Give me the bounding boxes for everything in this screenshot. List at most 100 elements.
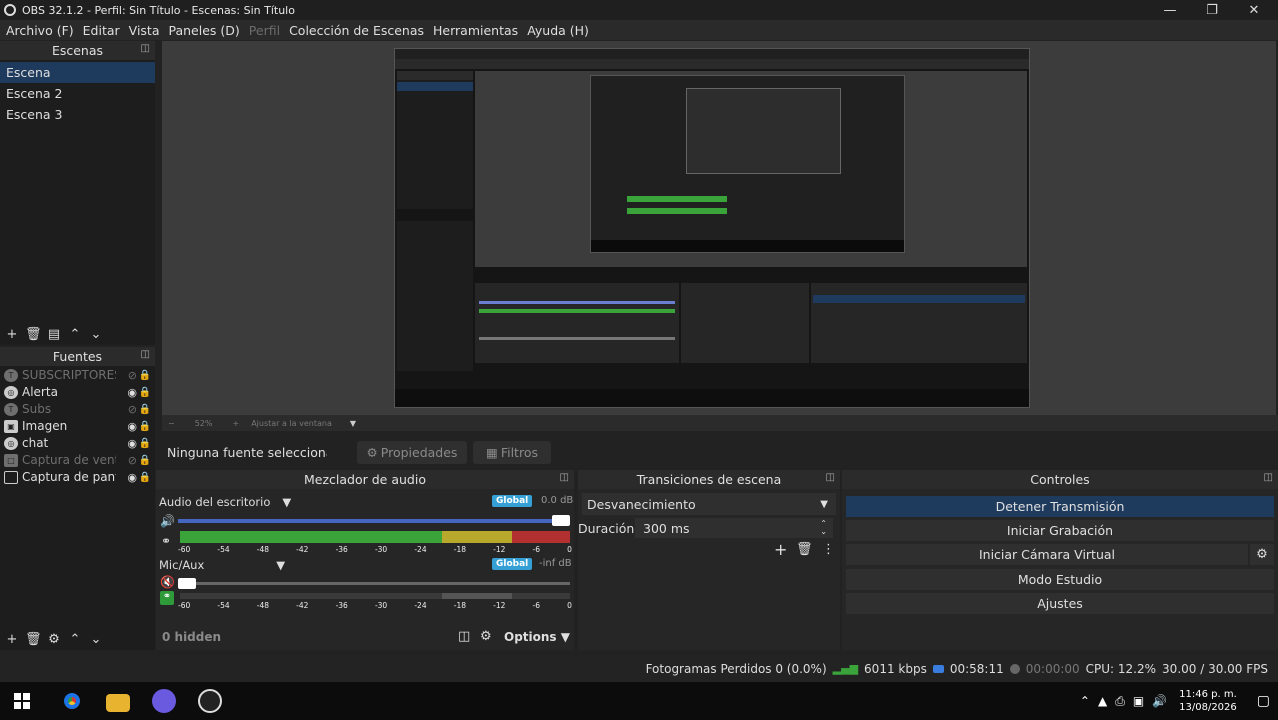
eye-icon[interactable]: ◉ [127, 435, 137, 452]
zoom-in-icon[interactable]: + [232, 419, 239, 428]
source-item[interactable]: T SUBSCRIPTORES ⊘ 🔒 [0, 367, 155, 384]
filters-button[interactable]: ▦ Filtros [473, 440, 551, 464]
muted-speaker-icon[interactable]: 🔇 [160, 575, 175, 589]
source-item[interactable]: T Subs ⊘ 🔒 [0, 401, 155, 418]
title-bar: OBS 32.1.2 - Perfil: Sin Título - Escena… [0, 0, 1278, 20]
tray-chevron-up-icon[interactable]: ⌃ [1080, 694, 1090, 708]
properties-button[interactable]: ⚙ Propiedades [357, 440, 467, 464]
lock-icon[interactable]: 🔒 [139, 435, 151, 452]
display-capture-icon [4, 471, 18, 484]
global-badge: Global [492, 495, 533, 507]
float-dock-icon[interactable]: ◫ [826, 472, 835, 483]
move-up-icon[interactable]: ⌃ [67, 327, 83, 342]
scene-filters-icon[interactable]: ▤ [46, 327, 62, 342]
sources-dock-title: Fuentes ◫ [0, 347, 155, 366]
lock-icon[interactable]: 🔒 [139, 367, 151, 384]
float-dock-icon[interactable]: ◫ [141, 43, 150, 54]
zoom-out-icon[interactable]: − [168, 419, 175, 428]
float-dock-icon[interactable]: ◫ [1264, 472, 1273, 483]
hidden-eye-icon[interactable]: ⊘ [128, 452, 137, 469]
lock-icon[interactable]: 🔒 [139, 418, 151, 435]
add-source-icon[interactable]: + [4, 632, 20, 647]
float-dock-icon[interactable]: ◫ [560, 472, 569, 483]
settings-button[interactable]: Ajustes [846, 593, 1274, 614]
move-down-icon[interactable]: ⌄ [88, 327, 104, 342]
source-item[interactable]: Captura de panta◉🔒 [0, 469, 155, 486]
options-menu[interactable]: Options ▼ [504, 630, 570, 644]
menu-vista[interactable]: Vista [123, 23, 163, 38]
discord-icon[interactable] [152, 689, 176, 713]
transition-select[interactable]: Desvanecimiento ▼ [582, 493, 836, 515]
restore-icon[interactable]: ❐ [1190, 1, 1234, 19]
lock-icon[interactable]: 🔒 [139, 452, 151, 469]
scene-list: Escena Escena 2 Escena 3 [0, 62, 155, 125]
transitions-title: Transiciones de escena ◫ [578, 470, 840, 489]
monitor-headphones-icon[interactable]: ⚭ [161, 534, 171, 548]
close-icon[interactable]: ✕ [1232, 1, 1276, 19]
minimize-icon[interactable]: — [1148, 1, 1192, 19]
monitor-headphones-icon[interactable]: ⚭ [160, 591, 174, 605]
menu-editar[interactable]: Editar [77, 23, 123, 38]
scene-item[interactable]: Escena 2 [0, 83, 155, 104]
lock-icon[interactable]: 🔒 [139, 401, 151, 418]
menu-coleccion-escenas[interactable]: Colección de Escenas [283, 23, 427, 38]
scene-item[interactable]: Escena 3 [0, 104, 155, 125]
volume-slider-handle[interactable] [552, 515, 570, 526]
chevron-down-icon[interactable]: ▼ [350, 419, 356, 428]
source-settings-icon[interactable]: ⚙ [46, 632, 62, 647]
file-explorer-icon[interactable] [106, 693, 130, 712]
zoom-level: 52% [194, 418, 213, 428]
source-item[interactable]: □Captura de venta⊘🔒 [0, 452, 155, 469]
start-virtual-camera-button[interactable]: Iniciar Cámara Virtual [846, 544, 1248, 565]
move-up-icon[interactable]: ⌃ [67, 632, 83, 647]
remove-scene-icon[interactable]: 🗑 [25, 327, 42, 342]
windows-start-icon[interactable] [14, 693, 30, 709]
advanced-audio-icon[interactable]: ⚙ [480, 629, 492, 644]
clock[interactable]: 11:46 p. m. 13/08/2026 [1179, 688, 1237, 714]
volume-icon[interactable]: 🔊 [1152, 694, 1167, 708]
lock-icon[interactable]: 🔒 [139, 469, 151, 486]
volume-slider-track[interactable] [178, 582, 570, 585]
move-down-icon[interactable]: ⌄ [88, 632, 104, 647]
hidden-eye-icon[interactable]: ⊘ [128, 401, 137, 418]
chrome-icon[interactable] [60, 689, 84, 713]
printer-icon[interactable]: ⎙ [1115, 694, 1125, 709]
transition-menu-icon[interactable]: ⋮ [822, 542, 835, 557]
menu-archivo[interactable]: Archivo (F) [0, 23, 77, 38]
lock-icon[interactable]: 🔒 [139, 384, 151, 401]
scene-item[interactable]: Escena [0, 62, 155, 83]
eye-icon[interactable]: ◉ [127, 418, 137, 435]
remove-source-icon[interactable]: 🗑 [25, 632, 42, 647]
studio-mode-button[interactable]: Modo Estudio [846, 569, 1274, 590]
menu-paneles[interactable]: Paneles (D) [163, 23, 243, 38]
obs-taskbar-icon[interactable] [198, 689, 222, 713]
eye-icon[interactable]: ◉ [127, 469, 137, 486]
source-item[interactable]: ◎ chat ◉ 🔒 [0, 435, 155, 452]
spin-arrows-icon[interactable]: ⌃ ⌄ [820, 520, 827, 536]
source-item[interactable]: ▣ Imagen ◉ 🔒 [0, 418, 155, 435]
start-recording-button[interactable]: Iniciar Grabación [846, 520, 1274, 541]
eye-icon[interactable]: ◉ [127, 384, 137, 401]
speaker-icon[interactable]: 🔊 [160, 514, 175, 528]
add-scene-icon[interactable]: + [4, 327, 20, 342]
float-dock-icon[interactable]: ◫ [141, 349, 150, 360]
menu-ayuda[interactable]: Ayuda (H) [521, 23, 592, 38]
add-transition-icon[interactable]: + [774, 540, 787, 559]
stop-streaming-button[interactable]: Detener Transmisión [846, 496, 1274, 517]
fit-window-label[interactable]: Ajustar a la ventana [251, 419, 332, 428]
vertical-layout-icon[interactable]: ◫ [458, 629, 470, 644]
menu-herramientas[interactable]: Herramientas [427, 23, 521, 38]
tray-app-icon[interactable]: ▲ [1098, 694, 1107, 708]
chevron-down-icon[interactable]: ▼ [282, 495, 291, 509]
volume-slider-handle[interactable] [178, 578, 196, 589]
remove-transition-icon[interactable]: 🗑 [796, 542, 813, 557]
source-item[interactable]: ◎ Alerta ◉ 🔒 [0, 384, 155, 401]
network-icon[interactable]: ▣ [1133, 694, 1144, 708]
nested-taskbar [395, 389, 1029, 407]
notifications-icon[interactable]: ▢ [1257, 693, 1270, 709]
duration-spinbox[interactable]: 300 ms ⌃ ⌄ [635, 518, 833, 538]
hidden-eye-icon[interactable]: ⊘ [128, 367, 137, 384]
chevron-down-icon[interactable]: ▼ [276, 558, 285, 572]
volume-slider-track[interactable] [178, 519, 570, 523]
virtual-camera-settings-gear-icon[interactable]: ⚙ [1250, 544, 1274, 565]
